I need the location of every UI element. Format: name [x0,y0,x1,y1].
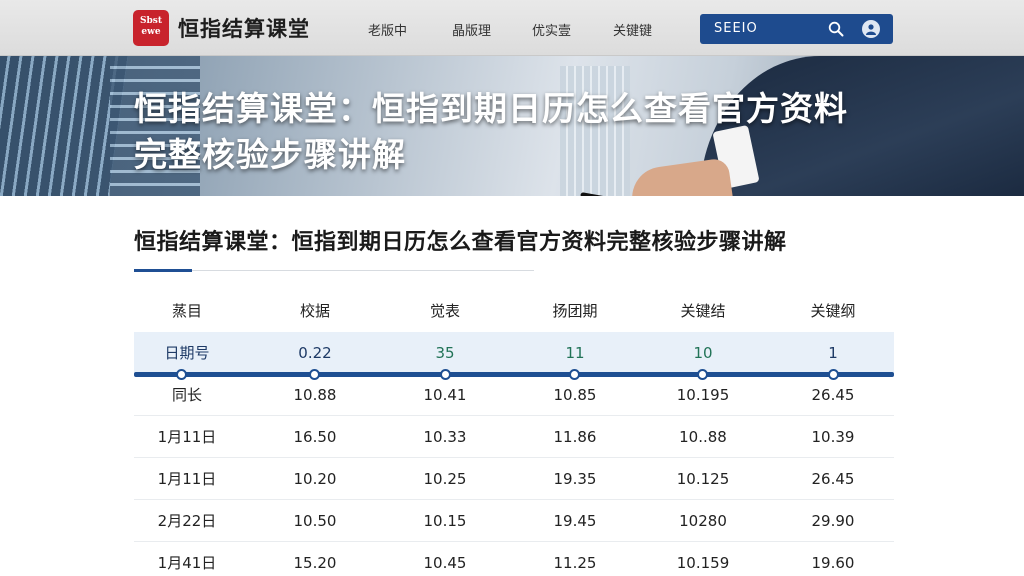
timeline-dot[interactable] [828,369,839,380]
timeline-bar [134,369,894,380]
table-cell: 10.41 [423,386,467,404]
timeline-dot[interactable] [176,369,187,380]
table-cell: 10.33 [423,428,467,446]
table-header-row: 蒸目 校据 觉表 扬团期 关键结 关键纲 [134,290,894,332]
table-row: 1月11日 10.20 10.25 19.35 10.125 26.45 [134,458,894,500]
nav-item-4[interactable]: 关键键 [613,20,652,39]
search-icon[interactable] [828,21,844,37]
table-cell: 26.45 [811,470,855,488]
table-cell: 10.39 [811,428,855,446]
table-header-cell: 扬团期 [552,302,598,320]
table-cell: 35 [435,344,455,362]
expiry-table: 蒸目 校据 觉表 扬团期 关键结 关键纲 日期号 0.22 35 11 10 1… [134,290,894,576]
table-cell: 26.45 [811,386,855,404]
table-cell: 10.125 [676,470,730,488]
table-cell: 日期号 [164,344,210,362]
table-cell: 10.45 [423,554,467,572]
table-cell: 1 [828,344,838,362]
table-cell: 29.90 [811,512,855,530]
table-cell: 2月22日 [157,512,217,530]
table-cell: 19.60 [811,554,855,572]
logo-text-line1: Sbst [139,16,163,26]
table-cell: 15.20 [293,554,337,572]
nav-item-2[interactable]: 晶版理 [452,20,491,39]
table-row: 1月41日 15.20 10.45 11.25 10.159 19.60 [134,542,894,576]
timeline-dot[interactable] [309,369,320,380]
table-header-cell: 校据 [299,302,330,320]
timeline-dot[interactable] [697,369,708,380]
banner-title-line1: 恒指结算课堂：恒指到期日历怎么查看官方资料 [134,89,848,128]
timeline-dot[interactable] [569,369,580,380]
title-accent-bar [134,269,192,272]
table-cell: 19.45 [553,512,597,530]
hero-banner: 恒指结算课堂：恒指到期日历怎么查看官方资料 完整核验步骤讲解 [0,56,1024,196]
table-header-cell: 关键纲 [810,302,856,320]
table-cell: 10280 [679,512,727,530]
table-cell: 1月11日 [157,428,217,446]
table-cell: 10.85 [553,386,597,404]
table-header-cell: 蒸目 [171,302,202,320]
banner-title: 恒指结算课堂：恒指到期日历怎么查看官方资料 完整核验步骤讲解 [134,86,934,178]
table-highlight-row: 日期号 0.22 35 11 10 1 [134,332,894,374]
table-cell: 10.159 [676,554,730,572]
table-header-cell: 觉表 [429,302,460,320]
table-cell: 10.15 [423,512,467,530]
top-header: Sbst ewe 恒指结算课堂 老版中 晶版理 优实壹 关键键 SEEIO [0,0,1024,56]
table-cell: 0.22 [298,344,332,362]
site-title[interactable]: 恒指结算课堂 [178,13,310,43]
logo-text-line2: ewe [141,27,161,37]
site-logo[interactable]: Sbst ewe [133,10,169,46]
table-cell: 16.50 [293,428,337,446]
table-cell: 10 [693,344,713,362]
banner-title-line2: 完整核验步骤讲解 [134,135,406,174]
nav-item-3[interactable]: 优实壹 [532,20,571,39]
table-cell: 10.88 [293,386,337,404]
table-cell: 1月41日 [157,554,217,572]
table-cell: 10.195 [676,386,730,404]
table-row: 2月22日 10.50 10.15 19.45 10280 29.90 [134,500,894,542]
table-cell: 11.86 [553,428,597,446]
table-cell: 同长 [171,386,202,404]
table-cell: 10.25 [423,470,467,488]
table-cell: 19.35 [553,470,597,488]
user-avatar-icon[interactable] [862,20,880,38]
table-cell: 10.50 [293,512,337,530]
article-title: 恒指结算课堂：恒指到期日历怎么查看官方资料完整核验步骤讲解 [134,230,787,255]
nav-item-1[interactable]: 老版中 [368,20,407,39]
table-cell: 10..88 [679,428,727,446]
table-cell: 10.20 [293,470,337,488]
title-divider [134,270,534,271]
table-row: 1月11日 16.50 10.33 11.86 10..88 10.39 [134,416,894,458]
table-cell: 11 [565,344,585,362]
timeline-dot[interactable] [440,369,451,380]
search-box[interactable]: SEEIO [700,14,893,44]
timeline-line [134,372,894,377]
table-header-cell: 关键结 [680,302,726,320]
table-cell: 1月11日 [157,470,217,488]
table-cell: 11.25 [553,554,597,572]
search-input[interactable]: SEEIO [714,21,758,36]
table-row: 同长 10.88 10.41 10.85 10.195 26.45 [134,374,894,416]
